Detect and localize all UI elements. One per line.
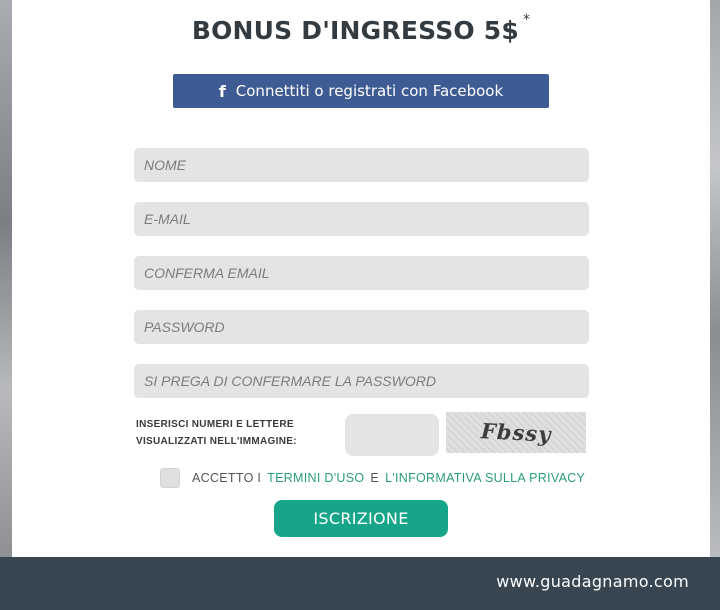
- captcha-text: Fbssy: [480, 418, 552, 447]
- registration-panel: BONUS D'INGRESSO 5$ * f Connettiti o regi…: [12, 0, 710, 557]
- title-asterisk: *: [522, 12, 531, 28]
- captcha-label-line1: INSERISCI NUMERI E LETTERE: [136, 419, 294, 430]
- footer-bar: www.guadagnamo.com: [0, 557, 720, 610]
- captcha-image: Fbssy: [446, 412, 586, 453]
- submit-button[interactable]: ISCRIZIONE: [274, 500, 448, 537]
- terms-link[interactable]: TERMINI D'USO: [267, 471, 364, 485]
- captcha-label-line2: VISUALIZZATI NELL'IMMAGINE:: [136, 436, 297, 447]
- captcha-input[interactable]: [345, 414, 439, 456]
- captcha-label: INSERISCI NUMERI E LETTERE VISUALIZZATI …: [136, 416, 336, 450]
- email-input[interactable]: [134, 202, 589, 236]
- facebook-f-icon: f: [218, 81, 226, 101]
- password-input[interactable]: [134, 310, 589, 344]
- facebook-button-label: Connettiti o registrati con Facebook: [235, 82, 504, 100]
- confirm-password-input[interactable]: [134, 364, 589, 398]
- accept-terms-checkbox[interactable]: [160, 468, 180, 488]
- terms-row: ACCETTO I TERMINI D'USO E L'INFORMATIVA …: [160, 468, 585, 488]
- title-text: BONUS D'INGRESSO 5$: [191, 16, 519, 45]
- privacy-link[interactable]: L'INFORMATIVA SULLA PRIVACY: [385, 471, 585, 485]
- confirm-email-input[interactable]: [134, 256, 589, 290]
- and-word: E: [370, 471, 380, 485]
- name-input[interactable]: [134, 148, 589, 182]
- background-right: [710, 0, 720, 557]
- background-left: [0, 0, 12, 557]
- accept-prefix: ACCETTO I: [192, 471, 262, 485]
- footer-url: www.guadagnamo.com: [496, 572, 689, 591]
- page-title: BONUS D'INGRESSO 5$ *: [12, 12, 710, 45]
- facebook-login-button[interactable]: f Connettiti o registrati con Facebook: [173, 74, 549, 108]
